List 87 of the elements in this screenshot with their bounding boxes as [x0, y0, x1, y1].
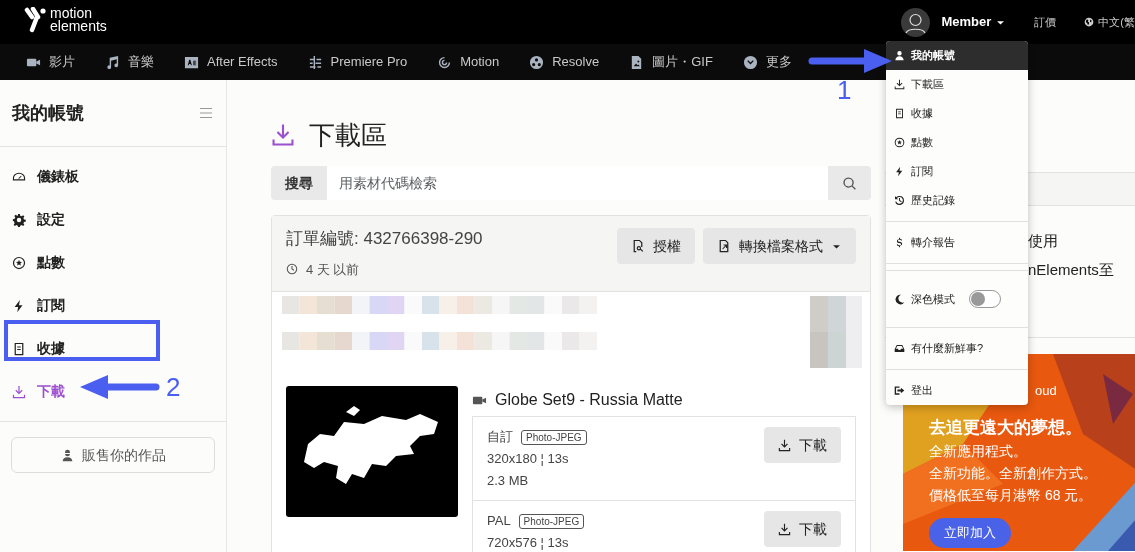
codec-tag: Photo-JPEG — [518, 513, 585, 529]
codec-tag: Photo-JPEG — [521, 429, 587, 445]
settings-icon — [12, 212, 26, 227]
logo-text: motion — [50, 7, 93, 20]
category-link[interactable]: 更多 — [742, 52, 792, 72]
category-link[interactable]: Motion — [437, 52, 500, 72]
pricing-link[interactable]: 訂價 — [1034, 13, 1057, 31]
sidebar-item[interactable]: 點數 — [0, 241, 77, 284]
sidebar-title: 我的帳號 — [12, 101, 84, 125]
menu-item[interactable]: 有什麼新鮮事? — [886, 334, 1028, 363]
menu-item[interactable]: 下載區 — [886, 70, 1028, 99]
ad-brand: oud — [1035, 382, 1058, 400]
swirl-icon — [437, 54, 453, 70]
dark-mode-item[interactable]: 深色模式 — [886, 277, 1028, 321]
license-button[interactable]: 授權 — [617, 228, 695, 264]
menu-item[interactable]: 訂閱 — [886, 157, 1028, 186]
download-icon — [271, 123, 295, 147]
logout-icon — [894, 385, 905, 396]
person-icon — [60, 448, 74, 462]
file-size: 2.3 MB — [487, 472, 530, 490]
avatar-icon — [901, 7, 931, 37]
sidebar-item[interactable]: 設定 — [0, 198, 77, 241]
lightning-icon — [894, 166, 905, 177]
logo-icon — [24, 7, 46, 33]
menu-item[interactable]: 登出 — [886, 376, 1028, 405]
format-name: PAL — [487, 512, 511, 530]
order-time: 4 天 以前 — [306, 260, 360, 279]
menu-item[interactable]: 收據 — [886, 99, 1028, 128]
member-menu-button[interactable]: Member — [941, 12, 1007, 32]
download-button[interactable]: 下載 — [764, 427, 841, 463]
menu-item[interactable]: 點數 — [886, 128, 1028, 157]
logo-text: elements — [50, 20, 107, 33]
ad-text: 價格低至每月港幣 68 元。 — [929, 486, 1094, 505]
join-button[interactable]: 立即加入 — [929, 518, 1011, 548]
ae-logo-icon — [184, 54, 199, 70]
panel-text: 使用 — [1028, 231, 1059, 251]
ad-text: 全新應用程式。 — [929, 442, 1028, 461]
file-convert-icon — [717, 239, 731, 253]
annotation-number: 2 — [166, 374, 181, 400]
category-link[interactable]: 音樂 — [105, 52, 154, 72]
category-link[interactable]: 影片 — [26, 52, 75, 72]
search-icon — [842, 175, 857, 191]
format-name: 自訂 — [487, 428, 513, 446]
menu-item[interactable]: 歷史記錄 — [886, 186, 1028, 215]
category-link[interactable]: Resolve — [529, 52, 600, 72]
sidebar-item[interactable]: 收據 — [0, 327, 77, 370]
menu-item[interactable]: 轉介報告 — [886, 228, 1028, 257]
moon-icon — [894, 293, 905, 305]
annotation-number: 1 — [837, 77, 852, 103]
page-title: 下載區 — [309, 118, 387, 152]
download-button[interactable]: 下載 — [764, 511, 841, 547]
language-link[interactable]: 中文(繁 — [1084, 13, 1135, 31]
download-icon — [778, 522, 791, 536]
receipt-icon — [894, 108, 905, 119]
menu-item[interactable]: 我的帳號 — [886, 41, 1028, 70]
search-field[interactable]: 用素材代碼檢索 — [327, 166, 828, 200]
document-magnifier-icon — [631, 239, 645, 253]
category-link[interactable]: Premiere Pro — [307, 52, 408, 72]
ad-text: 全新功能。全新創作方式。 — [929, 464, 1098, 483]
format-size: 720x576 ¦ 13s — [487, 534, 570, 552]
history-icon — [894, 195, 905, 206]
user-icon — [894, 50, 905, 61]
inbox-icon — [894, 343, 905, 354]
search-label: 搜尋 — [284, 173, 314, 193]
dark-mode-toggle[interactable] — [969, 290, 1001, 308]
download-icon — [12, 384, 26, 399]
panel-text: nElements至 — [1028, 260, 1115, 280]
format-size: 320x180 ¦ 13s — [487, 450, 570, 468]
dollar-icon — [894, 237, 905, 248]
music-note-icon — [105, 54, 120, 70]
download-icon — [778, 438, 791, 452]
sell-work-button[interactable]: 販售你的作品 — [11, 437, 215, 473]
sidebar-item[interactable]: 儀錶板 — [0, 155, 91, 198]
category-link[interactable]: 圖片・GIF — [629, 52, 713, 72]
download-icon — [894, 79, 905, 90]
ad-headline: 去追更遠大的夢想。 — [929, 416, 1083, 439]
convert-format-button[interactable]: 轉換檔案格式 — [703, 228, 856, 264]
globe-icon — [1084, 17, 1095, 27]
sidebar-item[interactable]: 下載 — [0, 370, 77, 413]
sliders-icon — [307, 54, 323, 70]
sidebar-item[interactable]: 訂閱 — [0, 284, 77, 327]
order-number: 訂單編號: 432766398-290 — [286, 228, 483, 250]
clock-icon — [286, 263, 298, 276]
menu-icon — [198, 105, 214, 121]
receipt-icon — [12, 341, 26, 356]
item-title: Globe Set9 - Russia Matte — [495, 390, 683, 410]
category-link[interactable]: After Effects — [184, 52, 278, 72]
